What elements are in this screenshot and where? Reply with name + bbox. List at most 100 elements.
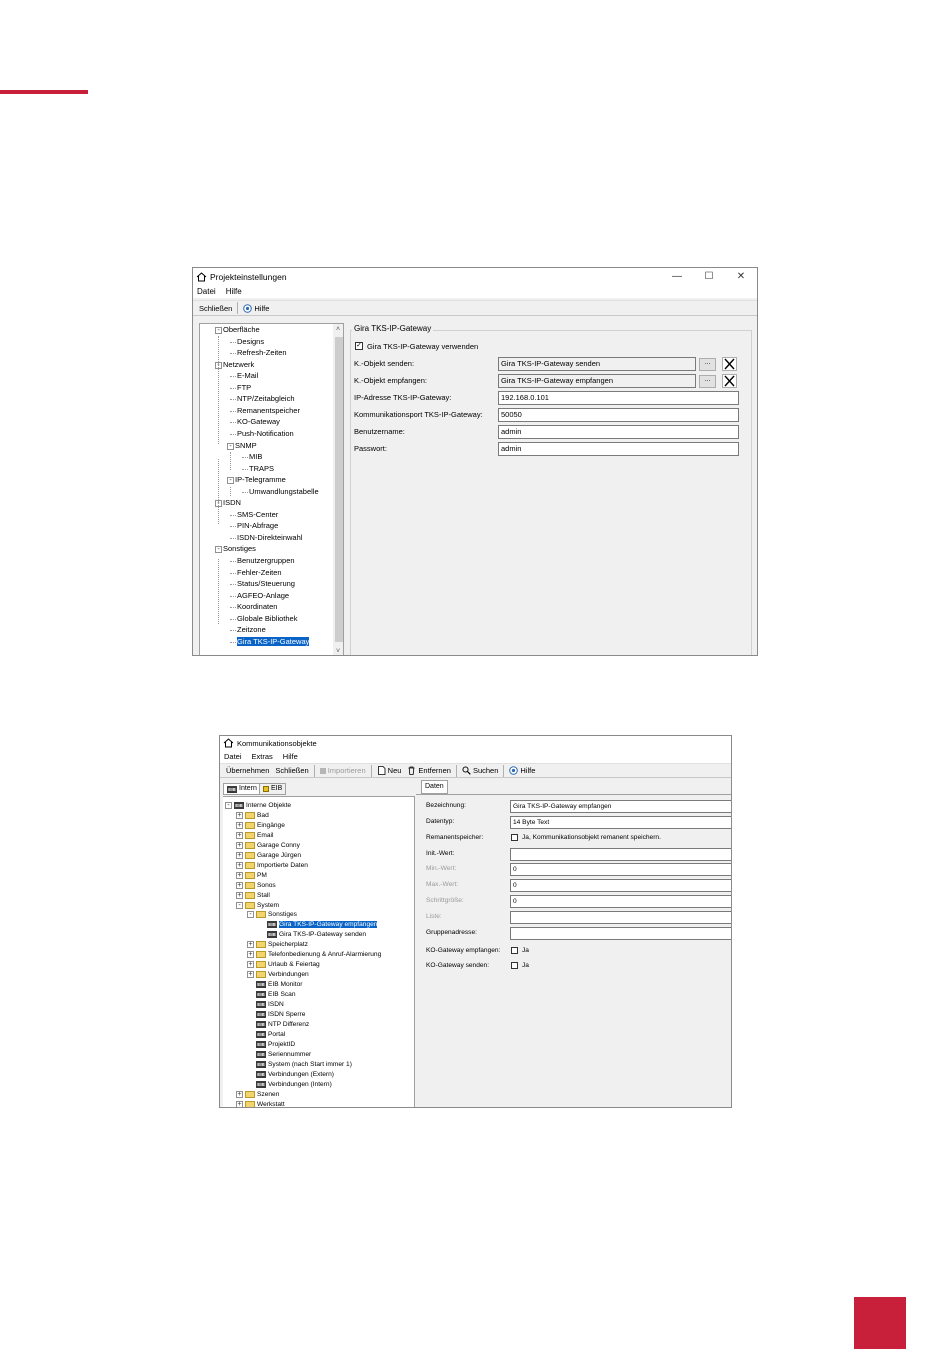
init-input[interactable]	[510, 848, 731, 861]
text-input[interactable]: admin	[498, 442, 739, 456]
tree-item[interactable]: Sonstiges	[223, 544, 256, 554]
tree-item[interactable]: System	[257, 901, 279, 911]
objects-tree[interactable]: - EIB Interne Objekte + Bad + Eingänge + Email + G…	[223, 796, 415, 1108]
tree-item[interactable]: Garage Conny	[257, 841, 300, 851]
expander-icon[interactable]: +	[236, 871, 243, 879]
tree-item[interactable]: Gira TKS-IP-Gateway	[237, 636, 310, 647]
tree-item[interactable]: Seriennummer	[268, 1050, 311, 1060]
close-icon[interactable]: ✕	[725, 268, 757, 285]
expander-icon[interactable]: +	[236, 891, 243, 899]
tree-item[interactable]: PM	[257, 871, 267, 881]
rem-checkbox[interactable]	[511, 834, 518, 841]
tree-item[interactable]: Gira TKS-IP-Gateway empfangen	[279, 920, 378, 930]
import-button[interactable]: Importieren	[317, 766, 369, 775]
tree-item[interactable]: MIB	[249, 452, 262, 462]
expander-icon[interactable]: -	[236, 901, 243, 909]
expander-icon[interactable]: +	[236, 1100, 243, 1107]
tree-item[interactable]: ISDN	[268, 1000, 284, 1010]
expander-icon[interactable]: +	[236, 1090, 243, 1098]
tree-item[interactable]: TRAPS	[249, 464, 274, 474]
tree-item[interactable]: Telefonbedienung & Anruf-Alarmierung	[268, 950, 381, 960]
expander-icon[interactable]: +	[236, 841, 243, 849]
tree-item[interactable]: Status/Steuerung	[237, 579, 295, 589]
tree-item[interactable]: ProjektID	[268, 1040, 295, 1050]
help-button[interactable]: Hilfe	[240, 304, 272, 313]
tab-daten[interactable]: Daten	[421, 780, 448, 794]
object-field[interactable]: Gira TKS-IP-Gateway senden	[498, 357, 696, 371]
tree-item[interactable]: Bad	[257, 811, 269, 821]
expander-icon[interactable]: -	[247, 911, 254, 919]
tree-item[interactable]: IP-Telegramme	[235, 475, 286, 485]
expander-icon[interactable]: +	[236, 851, 243, 859]
tree-item[interactable]: Zeitzone	[237, 625, 266, 635]
tree-item[interactable]: Oberfläche	[223, 325, 260, 335]
text-input[interactable]: 50050	[498, 408, 739, 422]
tree-item[interactable]: Refresh-Zeiten	[237, 348, 287, 358]
type-input[interactable]: 14 Byte Text	[510, 816, 731, 829]
list-input[interactable]	[510, 911, 731, 924]
tree-item[interactable]: SNMP	[235, 441, 257, 451]
close-button[interactable]: Schließen	[196, 304, 235, 313]
use-gateway-checkbox[interactable]: ✓	[355, 342, 363, 350]
tree-item[interactable]: ISDN Sperre	[268, 1010, 305, 1020]
expander-icon[interactable]: -	[225, 802, 232, 809]
tree-item[interactable]: Werkstatt	[257, 1100, 285, 1108]
expander-icon[interactable]: +	[247, 951, 254, 959]
tree-item[interactable]: Sonos	[257, 881, 276, 891]
gw-send-checkbox[interactable]	[511, 962, 518, 969]
tree-item[interactable]: Verbindungen	[268, 970, 309, 980]
tree-item[interactable]: ISDN-Direkteinwahl	[237, 533, 302, 543]
tree-item[interactable]: Garage Jürgen	[257, 851, 301, 861]
object-field[interactable]: Gira TKS-IP-Gateway empfangen	[498, 374, 696, 388]
tree-item[interactable]: Eingänge	[257, 821, 285, 831]
tab-eib[interactable]: EIB	[259, 783, 287, 795]
tree-item[interactable]: Gira TKS-IP-Gateway senden	[279, 930, 366, 940]
remove-button[interactable]: Entfernen	[404, 766, 454, 775]
tree-item[interactable]: Speicherplatz	[268, 940, 308, 950]
apply-button[interactable]: Übernehmen	[223, 766, 272, 775]
gw-recv-checkbox[interactable]	[511, 947, 518, 954]
tree-item[interactable]: Benutzergruppen	[237, 556, 295, 566]
expander-icon[interactable]: -	[227, 442, 234, 450]
clear-button[interactable]	[722, 374, 737, 388]
tree-item[interactable]: Email	[257, 831, 274, 841]
menu-extras[interactable]: Extras	[252, 752, 273, 761]
tree-item[interactable]: Netzwerk	[223, 360, 254, 370]
tree-item[interactable]: Portal	[268, 1030, 285, 1040]
menu-datei[interactable]: Datei	[224, 752, 242, 761]
expander-icon[interactable]: -	[215, 327, 222, 334]
tree-item[interactable]: ISDN	[223, 498, 241, 508]
menu-hilfe[interactable]: Hilfe	[226, 287, 242, 296]
tree-item[interactable]: Stall	[257, 891, 270, 901]
tree-item[interactable]: Urlaub & Feiertag	[268, 960, 320, 970]
expander-icon[interactable]: +	[236, 821, 243, 829]
expander-icon[interactable]: +	[236, 831, 243, 839]
help-button[interactable]: Hilfe	[506, 766, 538, 775]
tree-item[interactable]: Verbindungen (Intern)	[268, 1080, 332, 1090]
tree-item[interactable]: SMS-Center	[237, 510, 278, 520]
tree-item[interactable]: System (nach Start immer 1)	[268, 1060, 352, 1070]
tree-item[interactable]: NTP/Zeitabgleich	[237, 394, 295, 404]
tree-item[interactable]: PIN-Abfrage	[237, 521, 278, 531]
expander-icon[interactable]: +	[247, 961, 254, 969]
tree-item[interactable]: Koordinaten	[237, 602, 277, 612]
tab-intern[interactable]: EIB Intern	[223, 783, 261, 795]
scroll-thumb[interactable]	[335, 337, 343, 642]
tree-item[interactable]: EIB Monitor	[268, 980, 302, 990]
tree-item[interactable]: Remanentspeicher	[237, 406, 300, 416]
tree-item[interactable]: Umwandlungstabelle	[249, 487, 319, 497]
expander-icon[interactable]: +	[247, 941, 254, 949]
browse-button[interactable]: ...	[699, 375, 716, 388]
max-input[interactable]: 0	[510, 879, 731, 892]
text-input[interactable]: admin	[498, 425, 739, 439]
close-button[interactable]: Schließen	[272, 766, 311, 775]
menu-datei[interactable]: Datei	[197, 287, 216, 296]
tree-scrollbar[interactable]: ˄ ˅	[333, 324, 343, 655]
tree-item[interactable]: Globale Bibliothek	[237, 614, 297, 624]
expander-icon[interactable]: +	[236, 881, 243, 889]
title-bar[interactable]: Kommunikationsobjekte	[220, 736, 731, 750]
tree-item[interactable]: Szenen	[257, 1090, 279, 1100]
tree-item[interactable]: KO-Gateway	[237, 417, 280, 427]
search-button[interactable]: Suchen	[459, 766, 501, 775]
text-input[interactable]: 192.168.0.101	[498, 391, 739, 405]
